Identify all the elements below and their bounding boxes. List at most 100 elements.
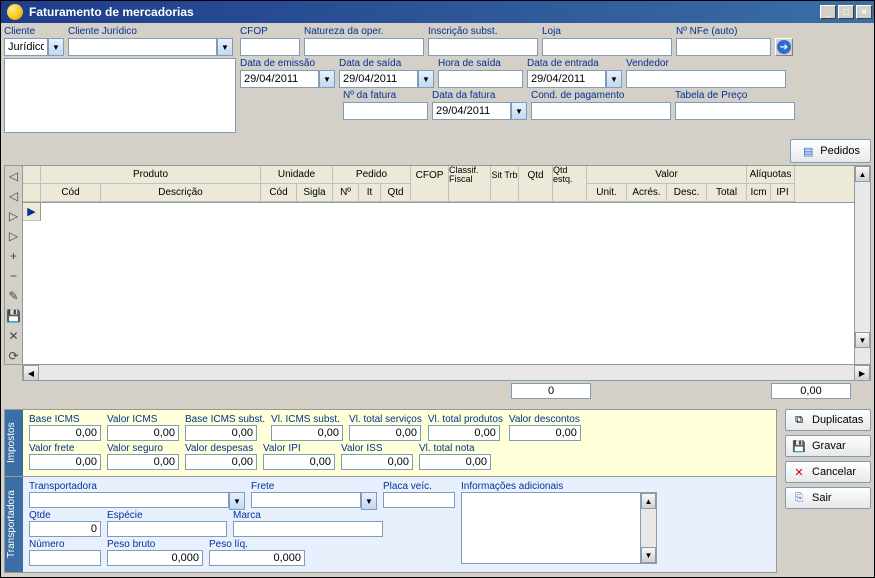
grid-save-button[interactable]: 💾 bbox=[7, 308, 21, 324]
scroll-left-icon[interactable]: ◀ bbox=[23, 365, 39, 381]
duplicatas-label: Duplicatas bbox=[812, 414, 863, 426]
maximize-button[interactable]: □ bbox=[838, 5, 854, 19]
duplicatas-button[interactable]: ⧉Duplicatas bbox=[785, 409, 871, 431]
data-emissao-dd[interactable]: ▼ bbox=[319, 70, 335, 88]
col-sit: Sit Trb bbox=[491, 166, 519, 184]
impostos-tab[interactable]: Impostos bbox=[5, 410, 23, 476]
data-saida-label: Data de saída bbox=[339, 58, 434, 69]
cancelar-button[interactable]: ✕Cancelar bbox=[785, 461, 871, 483]
especie-input[interactable] bbox=[107, 521, 227, 537]
base-icms-input[interactable] bbox=[29, 425, 101, 441]
col-desc: Desc. bbox=[667, 184, 707, 202]
minimize-button[interactable]: _ bbox=[820, 5, 836, 19]
data-emissao-input[interactable] bbox=[240, 70, 319, 88]
ta-scroll-up[interactable]: ▲ bbox=[641, 493, 656, 509]
data-entrada-label: Data de entrada bbox=[527, 58, 622, 69]
gravar-button[interactable]: 💾Gravar bbox=[785, 435, 871, 457]
vendedor-input[interactable] bbox=[626, 70, 786, 88]
go-button[interactable]: ➔ bbox=[775, 38, 793, 56]
nfe-input[interactable] bbox=[676, 38, 771, 56]
data-fatura-dd[interactable]: ▼ bbox=[511, 102, 527, 120]
vl-total-servicos-input[interactable] bbox=[349, 425, 421, 441]
grid-next-button[interactable]: ▷ bbox=[7, 208, 21, 224]
data-fatura-input[interactable] bbox=[432, 102, 511, 120]
hora-saida-input[interactable] bbox=[438, 70, 523, 88]
col-acres: Acrés. bbox=[627, 184, 667, 202]
pedidos-button[interactable]: ▤ Pedidos bbox=[790, 139, 871, 163]
qtde-input[interactable] bbox=[29, 521, 101, 537]
hora-saida-label: Hora de saída bbox=[438, 58, 523, 69]
valor-seguro-input[interactable] bbox=[107, 454, 179, 470]
placa-input[interactable] bbox=[383, 492, 455, 508]
cond-pagto-input[interactable] bbox=[531, 102, 671, 120]
peso-bruto-input[interactable] bbox=[107, 550, 203, 566]
data-saida-input[interactable] bbox=[339, 70, 418, 88]
nfatura-input[interactable] bbox=[343, 102, 428, 120]
total-valor bbox=[771, 383, 851, 399]
valor-icms-input[interactable] bbox=[107, 425, 179, 441]
peso-liq-input[interactable] bbox=[209, 550, 305, 566]
transportadora-input[interactable] bbox=[29, 492, 229, 508]
valor-despesas-input[interactable] bbox=[185, 454, 257, 470]
cliente-juridico-select[interactable] bbox=[68, 38, 217, 56]
transportadora-dd[interactable]: ▼ bbox=[229, 492, 245, 510]
cfop-label: CFOP bbox=[240, 26, 300, 37]
natureza-input[interactable] bbox=[304, 38, 424, 56]
cliente-juridico-dropdown-btn[interactable]: ▼ bbox=[217, 38, 233, 56]
grid-hscroll[interactable]: ◀ ▶ bbox=[22, 365, 871, 381]
marca-input[interactable] bbox=[233, 521, 383, 537]
grid-prev-button[interactable]: ◁ bbox=[7, 188, 21, 204]
cfop-input[interactable] bbox=[240, 38, 300, 56]
data-entrada-input[interactable] bbox=[527, 70, 606, 88]
valor-iss-input[interactable] bbox=[341, 454, 413, 470]
col-total: Total bbox=[707, 184, 747, 202]
loja-input[interactable] bbox=[542, 38, 672, 56]
vl-icms-subst-input[interactable] bbox=[271, 425, 343, 441]
title-bar: Faturamento de mercadorias _ □ × bbox=[1, 1, 874, 23]
grid-first-button[interactable]: ◁ bbox=[7, 168, 21, 184]
col-ipi: IPI bbox=[771, 184, 795, 202]
data-fatura-label: Data da fatura bbox=[432, 90, 527, 101]
frete-input[interactable] bbox=[251, 492, 361, 508]
frete-dd[interactable]: ▼ bbox=[361, 492, 377, 510]
col-classif: Classif. Fiscal bbox=[449, 166, 491, 184]
valor-frete-input[interactable] bbox=[29, 454, 101, 470]
grid-edit-button[interactable]: ✎ bbox=[7, 288, 21, 304]
sair-button[interactable]: ⎘Sair bbox=[785, 487, 871, 509]
col-sigla: Sigla bbox=[297, 184, 333, 202]
data-saida-dd[interactable]: ▼ bbox=[418, 70, 434, 88]
vl-total-nota-input[interactable] bbox=[419, 454, 491, 470]
nfatura-label: Nº da fatura bbox=[343, 90, 428, 101]
cliente-select[interactable] bbox=[4, 38, 48, 56]
base-icms-subst-label: Base ICMS subst. bbox=[185, 414, 265, 425]
valor-ipi-label: Valor IPI bbox=[263, 443, 335, 454]
grid-vscroll[interactable]: ▲ ▼ bbox=[854, 166, 870, 364]
cliente-dropdown-btn[interactable]: ▼ bbox=[48, 38, 64, 56]
inscricao-label: Inscrição subst. bbox=[428, 26, 538, 37]
scroll-down-icon[interactable]: ▼ bbox=[855, 332, 870, 348]
close-button[interactable]: × bbox=[856, 5, 872, 19]
transportadora-tab[interactable]: Transportadora bbox=[5, 477, 23, 572]
tabela-preco-input[interactable] bbox=[675, 102, 795, 120]
valor-ipi-input[interactable] bbox=[263, 454, 335, 470]
grid-last-button[interactable]: ▷ bbox=[7, 228, 21, 244]
data-entrada-dd[interactable]: ▼ bbox=[606, 70, 622, 88]
inscricao-input[interactable] bbox=[428, 38, 538, 56]
row-indicator[interactable]: ▶ bbox=[23, 203, 41, 221]
col-it: It bbox=[359, 184, 381, 202]
ta-scroll-down[interactable]: ▼ bbox=[641, 547, 656, 563]
numero-input[interactable] bbox=[29, 550, 101, 566]
arrow-right-icon: ➔ bbox=[777, 40, 791, 54]
scroll-right-icon[interactable]: ▶ bbox=[854, 365, 870, 381]
valor-iss-label: Valor ISS bbox=[341, 443, 413, 454]
scroll-up-icon[interactable]: ▲ bbox=[855, 166, 870, 182]
valor-icms-label: Valor ICMS bbox=[107, 414, 179, 425]
grid-cancel-button[interactable]: ✕ bbox=[7, 328, 21, 344]
info-textarea[interactable] bbox=[461, 492, 641, 564]
grid-remove-button[interactable]: − bbox=[7, 268, 21, 284]
valor-descontos-input[interactable] bbox=[509, 425, 581, 441]
vl-total-produtos-input[interactable] bbox=[428, 425, 500, 441]
base-icms-subst-input[interactable] bbox=[185, 425, 257, 441]
grid-refresh-button[interactable]: ⟳ bbox=[7, 348, 21, 364]
grid-add-button[interactable]: + bbox=[7, 248, 21, 264]
